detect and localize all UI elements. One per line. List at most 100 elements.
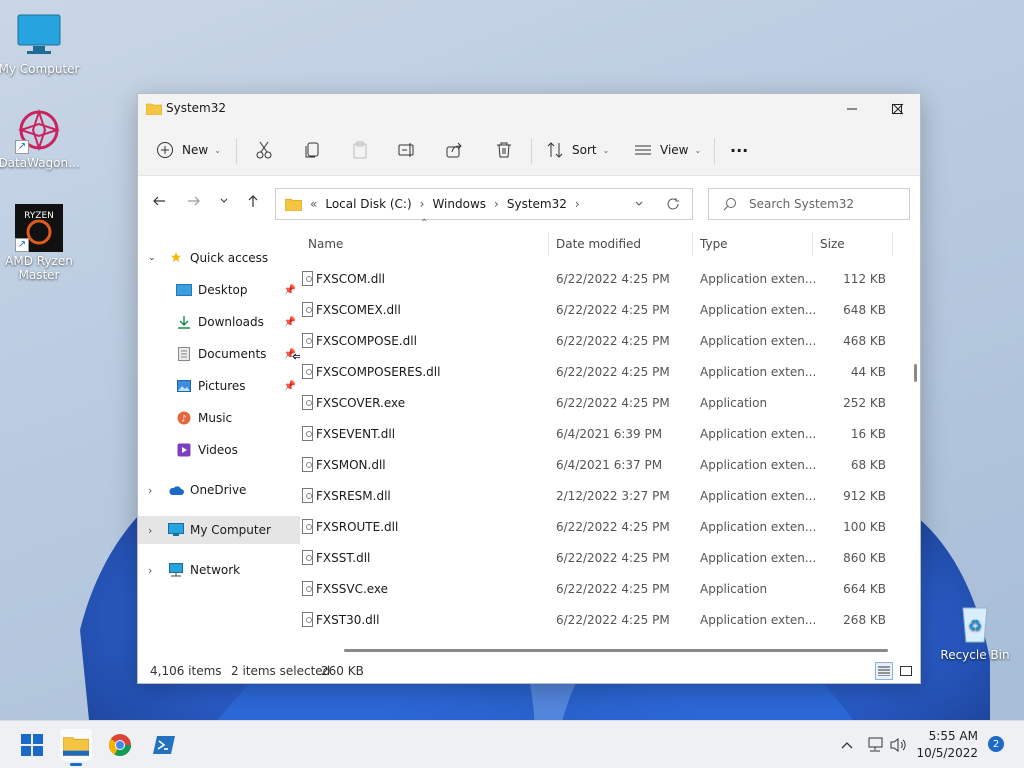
monitor-icon <box>15 12 63 60</box>
back-button[interactable] <box>148 190 170 212</box>
show-hidden-icons-button[interactable] <box>840 721 854 768</box>
datawagon-logo-icon: ↗ <box>15 106 63 154</box>
column-divider[interactable] <box>548 232 549 256</box>
nav-documents[interactable]: Documents 📌 <box>138 340 300 368</box>
file-date-modified: 6/4/2021 6:37 PM <box>556 458 663 472</box>
column-divider[interactable] <box>812 232 813 256</box>
dll-file-icon <box>302 519 313 534</box>
chevron-right-icon[interactable]: › <box>148 524 162 537</box>
new-button[interactable]: New ⌄ <box>156 136 221 164</box>
chevron-right-icon[interactable]: › <box>420 197 425 211</box>
nav-downloads[interactable]: Downloads 📌 <box>138 308 300 336</box>
file-row[interactable]: FXSST.dll 6/22/2022 4:25 PM Application ex… <box>300 543 904 574</box>
horizontal-scroll-thumb[interactable] <box>344 649 888 652</box>
file-row[interactable]: FXSSVC.exe 6/22/2022 4:25 PM Application 66… <box>300 574 904 605</box>
file-name: FXSCOMEX.dll <box>316 303 401 317</box>
vertical-scroll-thumb[interactable] <box>914 364 917 382</box>
nav-my-computer[interactable]: › My Computer <box>138 516 300 544</box>
taskbar-chrome[interactable] <box>104 729 136 761</box>
file-row[interactable]: FXSCOMPOSE.dll 6/22/2022 4:25 PM Applicati… <box>300 326 904 357</box>
taskbar-clock[interactable]: 5:55 AM 10/5/2022 <box>900 728 978 762</box>
file-row[interactable]: FXSCOM.dll 6/22/2022 4:25 PM Application e… <box>300 264 904 295</box>
column-header-name[interactable]: Name <box>308 232 343 256</box>
breadcrumb-system32[interactable]: System32 <box>507 197 567 211</box>
chevron-right-icon[interactable]: › <box>575 197 580 211</box>
breadcrumb-overflow[interactable]: « <box>310 197 317 211</box>
desktop-icon-recycle-bin[interactable]: ♻ Recycle Bin <box>933 598 1017 662</box>
column-divider[interactable] <box>892 232 893 256</box>
file-row[interactable]: FXSCOMPOSERES.dll 6/22/2022 4:25 PM Applic… <box>300 357 904 388</box>
nav-quick-access[interactable]: ⌄ ★ Quick access <box>138 244 300 272</box>
nav-item-label: Quick access <box>190 251 269 265</box>
rename-button[interactable] <box>398 136 416 164</box>
minimize-button[interactable] <box>829 94 875 124</box>
forward-button[interactable] <box>183 190 205 212</box>
file-row[interactable]: FXSROUTE.dll 6/22/2022 4:25 PM Application… <box>300 512 904 543</box>
file-row[interactable]: FXSRESM.dll 2/12/2022 3:27 PM Application … <box>300 481 904 512</box>
sort-button[interactable]: Sort ⌄ <box>546 136 609 164</box>
desktop-icon-my-computer[interactable]: My Computer <box>0 12 81 76</box>
breadcrumb-local-disk[interactable]: Local Disk (C:) <box>325 197 411 211</box>
network-tray-button[interactable] <box>866 721 884 768</box>
desktop-icon-amd-ryzen-master[interactable]: RYZEN ↗ AMD Ryzen Master <box>0 204 81 282</box>
taskbar-file-explorer[interactable] <box>60 729 92 766</box>
refresh-icon[interactable] <box>666 197 680 211</box>
dll-file-icon <box>302 333 313 348</box>
paste-button[interactable] <box>351 136 369 164</box>
shortcut-arrow-icon: ↗ <box>15 140 29 154</box>
desktop-icon-datawagon[interactable]: ↗ DataWagon... <box>0 106 81 170</box>
recent-locations-button[interactable] <box>213 190 235 212</box>
nav-desktop[interactable]: Desktop 📌 <box>138 276 300 304</box>
notification-badge[interactable]: 2 <box>988 736 1004 752</box>
column-label: Type <box>700 237 728 251</box>
view-button[interactable]: View ⌄ <box>634 136 701 164</box>
share-button[interactable] <box>446 136 464 164</box>
file-explorer-window[interactable]: System32 New ⌄ Sort ⌄ View ⌄ ··· « Local… <box>137 93 921 684</box>
file-row[interactable]: FXSCOVER.exe 6/22/2022 4:25 PM Application… <box>300 388 904 419</box>
file-size: 860 KB <box>843 551 886 565</box>
arrow-right-icon <box>188 196 200 206</box>
close-button[interactable] <box>875 94 921 124</box>
start-button[interactable] <box>16 729 48 761</box>
search-placeholder[interactable]: Search System32 <box>749 197 854 211</box>
nav-videos[interactable]: Videos <box>138 436 300 464</box>
file-row[interactable]: FXSMON.dll 6/4/2021 6:37 PM Application ex… <box>300 450 904 481</box>
file-date-modified: 6/22/2022 4:25 PM <box>556 520 670 534</box>
breadcrumb-windows[interactable]: Windows <box>432 197 486 211</box>
dll-file-icon <box>302 426 313 441</box>
column-header-size[interactable]: Size <box>820 232 845 256</box>
tiles-view-button[interactable] <box>897 662 915 680</box>
column-header-type[interactable]: Type <box>700 232 728 256</box>
nav-pictures[interactable]: Pictures 📌 <box>138 372 300 400</box>
nav-item-label: Desktop <box>198 283 248 297</box>
up-button[interactable] <box>242 190 264 212</box>
title-bar[interactable]: System32 <box>138 94 920 124</box>
more-options-button[interactable]: ··· <box>730 136 748 164</box>
dll-file-icon <box>302 364 313 379</box>
copy-button[interactable] <box>303 136 321 164</box>
chevron-right-icon[interactable]: › <box>494 197 499 211</box>
chevron-down-icon[interactable]: ⌄ <box>148 253 162 263</box>
file-row[interactable]: FXSEVENT.dll 6/4/2021 6:39 PM Application … <box>300 419 904 450</box>
nav-onedrive[interactable]: › OneDrive <box>138 476 300 504</box>
chevron-right-icon[interactable]: › <box>148 564 162 577</box>
delete-button[interactable] <box>495 136 513 164</box>
column-header-date[interactable]: Date modified <box>556 232 641 256</box>
dll-file-icon <box>302 271 313 286</box>
taskbar-powershell[interactable] <box>148 729 180 761</box>
vertical-scrollbar[interactable] <box>912 224 920 656</box>
chevron-down-icon[interactable] <box>634 199 644 209</box>
file-name: FXSCOMPOSE.dll <box>316 334 417 348</box>
search-box[interactable]: Search System32 <box>708 188 910 220</box>
download-arrow-icon <box>176 314 192 330</box>
details-view-button[interactable] <box>875 662 893 680</box>
file-row[interactable]: FXST30.dll 6/22/2022 4:25 PM Application e… <box>300 605 904 636</box>
dll-file-icon <box>302 457 313 472</box>
file-row[interactable]: FXSCOMEX.dll 6/22/2022 4:25 PM Application… <box>300 295 904 326</box>
cut-button[interactable] <box>255 136 273 164</box>
column-divider[interactable] <box>692 232 693 256</box>
address-bar[interactable]: « Local Disk (C:) › Windows › System32 › <box>275 188 693 220</box>
chevron-right-icon[interactable]: › <box>148 484 162 497</box>
nav-music[interactable]: ♪ Music <box>138 404 300 432</box>
nav-network[interactable]: › Network <box>138 556 300 584</box>
